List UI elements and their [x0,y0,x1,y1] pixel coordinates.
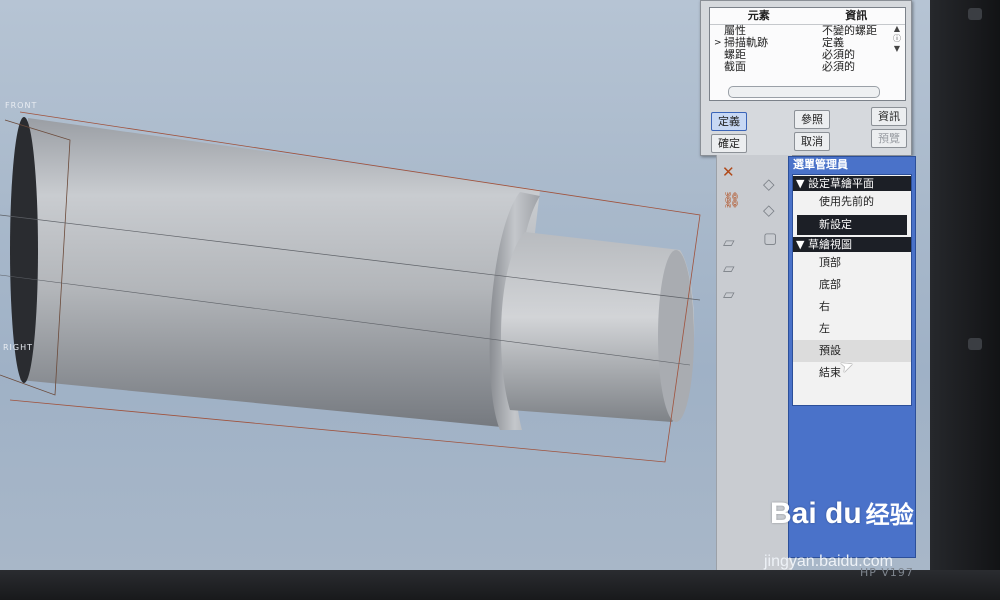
section-sketch-view-label: 草繪視圖 [807,238,852,251]
row-marker: > [714,38,722,48]
cad-viewport[interactable]: FRONT RIGHT 元素 資訊 屬性 不變的螺距 > 掃描軌跡 定義 螺距 必… [0,0,930,570]
menu-item-top[interactable]: 頂部 [793,252,911,274]
curve-icon[interactable]: ◇ [763,201,775,219]
monitor-bezel-right [930,0,1000,600]
table-row[interactable]: 截面 必須的 [710,61,905,73]
feature-dialog: 元素 資訊 屬性 不變的螺距 > 掃描軌跡 定義 螺距 必須的 截面 必須的 ▲ ⓘ… [700,0,912,156]
col-info: 資訊 [845,9,868,22]
section-sketch-view[interactable]: ▼ 草繪視圖 [793,237,911,252]
watermark-cn: 经验 [865,501,914,529]
watermark-url: jingyan.baidu.com [764,553,893,570]
datum-plane-icon[interactable]: ▱ [723,233,735,251]
watermark-logo: Bai du [770,497,862,530]
watermark: Bai du 经验 jingyan.baidu.com [764,495,914,570]
measure-icon[interactable]: ✕ [722,163,735,181]
datum-label-front: FRONT [5,101,38,110]
main-cylinder [20,118,540,428]
sketch-icon[interactable]: ◇ [763,175,775,193]
monitor-bezel-bottom [0,570,1000,600]
menu-item-default[interactable]: 預設 [793,340,911,362]
datum-label-right: RIGHT [3,343,34,352]
datum-axis-icon[interactable]: ▱ [723,259,735,277]
datum-point-icon[interactable]: ▱ [723,285,735,303]
reference-button[interactable]: 參照 [794,110,830,129]
row-element: 截面 [724,60,746,73]
section-sketch-plane-label: 設定草繪平面 [807,177,874,190]
element-table[interactable]: 元素 資訊 屬性 不變的螺距 > 掃描軌跡 定義 螺距 必須的 截面 必須的 ▲ ⓘ… [709,7,906,101]
cancel-button[interactable]: 取消 [794,132,830,151]
info-button[interactable]: 資訊 [871,107,907,126]
preview-button[interactable]: 預覽 [871,129,907,148]
col-element: 元素 [747,9,770,22]
coord-sys-icon[interactable]: ▢ [763,229,777,247]
table-vertical-scrollbar[interactable]: ▲ ⓘ ▼ [891,24,903,80]
section-sketch-plane[interactable]: ▼ 設定草繪平面 [793,176,911,191]
table-horizontal-scrollbar[interactable] [728,86,880,98]
table-header: 元素 資訊 [710,8,905,25]
menu-item-new-setting[interactable]: 新設定 [797,215,907,235]
ok-button[interactable]: 確定 [711,134,747,153]
menu-item-use-previous[interactable]: 使用先前的 [793,191,911,213]
menu-item-bottom[interactable]: 底部 [793,274,911,296]
menu-item-right[interactable]: 右 [793,296,911,318]
monitor-button-icon[interactable] [968,8,982,20]
define-button[interactable]: 定義 [711,112,747,131]
monitor-button-icon[interactable] [968,338,982,350]
menu-item-left[interactable]: 左 [793,318,911,340]
chain-icon[interactable]: ⛓ [722,191,741,209]
menu-manager-title: 選單管理員 [793,158,848,171]
